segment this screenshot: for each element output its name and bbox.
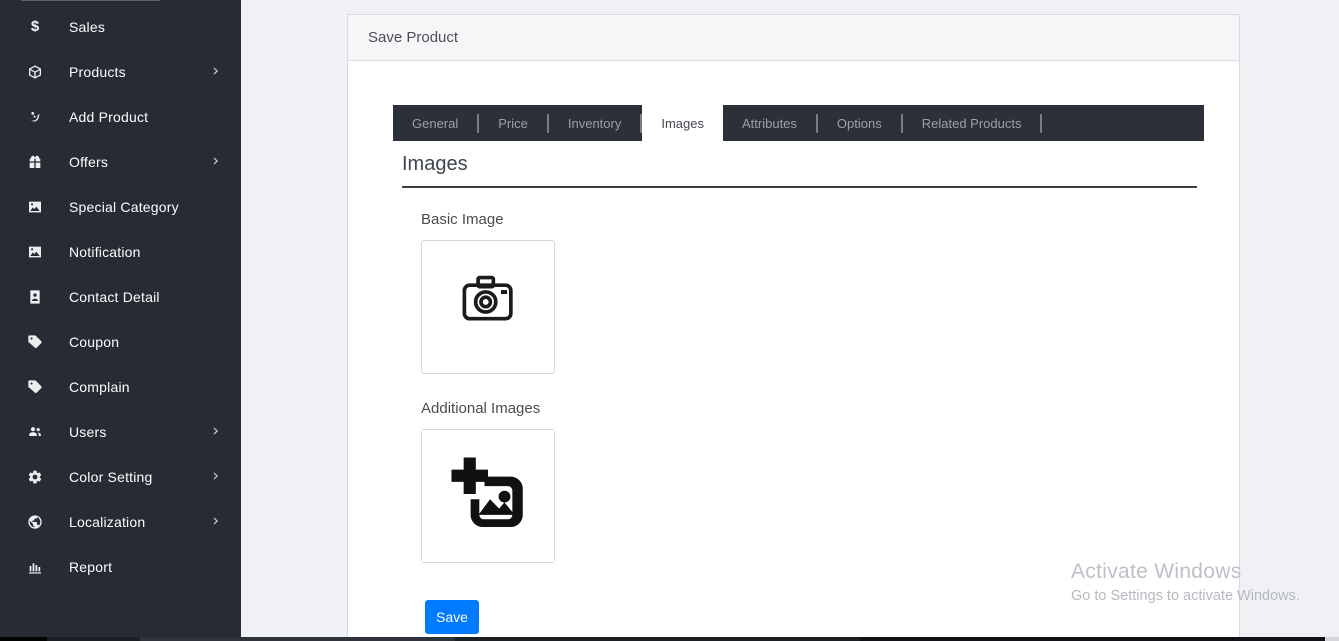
sidebar-item-contact-detail[interactable]: Contact Detail (0, 274, 241, 319)
sidebar-item-label: Special Category (69, 199, 179, 215)
gear-icon (25, 469, 45, 485)
sidebar-item-users[interactable]: Users › (0, 409, 241, 454)
images-section-title: Images (402, 153, 468, 176)
sidebar-item-label: Sales (69, 19, 105, 35)
tag-icon (25, 379, 45, 395)
sidebar-item-notification[interactable]: Notification (0, 229, 241, 274)
chevron-right-icon: › (212, 423, 219, 440)
sidebar-item-products[interactable]: Products › (0, 49, 241, 94)
cube-icon (25, 64, 45, 80)
tab-attributes[interactable]: Attributes (723, 105, 816, 141)
sidebar-menu: $ Sales Products › Add Product (0, 0, 241, 589)
sidebar: $ Sales Products › Add Product (0, 0, 241, 637)
sidebar-top-divider (21, 0, 160, 1)
section-divider (402, 186, 1197, 188)
sidebar-item-coupon[interactable]: Coupon (0, 319, 241, 364)
sidebar-item-add-product[interactable]: Add Product (0, 94, 241, 139)
sidebar-item-report[interactable]: Report (0, 544, 241, 589)
sidebar-item-label: Offers (69, 154, 108, 170)
sidebar-item-sales[interactable]: $ Sales (0, 4, 241, 49)
add-photo-icon (445, 454, 531, 539)
tab-related-products[interactable]: Related Products (903, 105, 1041, 141)
sidebar-item-label: Color Setting (69, 469, 153, 485)
camera-icon (451, 273, 525, 342)
image-icon (25, 199, 45, 215)
users-icon (25, 424, 45, 440)
sidebar-item-label: Complain (69, 379, 130, 395)
sidebar-item-localization[interactable]: Localization › (0, 499, 241, 544)
image-icon (25, 244, 45, 260)
tab-separator (1040, 114, 1042, 133)
address-card-icon (25, 289, 45, 305)
app-root: $ Sales Products › Add Product (0, 0, 1339, 641)
sidebar-item-label: Coupon (69, 334, 119, 350)
sidebar-item-label: Add Product (69, 109, 148, 125)
scrollbar-thumb[interactable] (140, 637, 455, 641)
sidebar-item-offers[interactable]: Offers › (0, 139, 241, 184)
tag-icon (25, 334, 45, 350)
sidebar-item-label: Report (69, 559, 112, 575)
card-header: Save Product (348, 15, 1239, 61)
tab-price[interactable]: Price (479, 105, 547, 141)
tab-general[interactable]: General (393, 105, 477, 141)
chevron-right-icon: › (212, 513, 219, 530)
dollar-icon: $ (25, 18, 45, 35)
tab-images[interactable]: Images (642, 105, 723, 146)
tab-inventory[interactable]: Inventory (549, 105, 640, 141)
sidebar-item-special-category[interactable]: Special Category (0, 184, 241, 229)
globe-icon (25, 514, 45, 530)
sidebar-item-label: Products (69, 64, 126, 80)
chevron-right-icon: › (212, 468, 219, 485)
additional-images-upload[interactable] (421, 429, 555, 563)
gift-icon (25, 154, 45, 170)
sidebar-item-label: Notification (69, 244, 141, 260)
additional-images-label: Additional Images (421, 400, 540, 417)
chevron-right-icon: › (212, 153, 219, 170)
chevron-right-icon: › (212, 63, 219, 80)
sidebar-item-label: Contact Detail (69, 289, 160, 305)
product-tabbar: General Price Inventory Images Attribute… (393, 105, 1204, 141)
basic-image-label: Basic Image (421, 211, 504, 228)
sidebar-item-color-setting[interactable]: Color Setting › (0, 454, 241, 499)
sidebar-item-complain[interactable]: Complain (0, 364, 241, 409)
save-button[interactable]: Save (425, 600, 479, 634)
bar-chart-icon (25, 559, 45, 575)
basic-image-upload[interactable] (421, 240, 555, 374)
add-product-icon (25, 109, 45, 125)
card-title: Save Product (368, 29, 458, 46)
sidebar-item-label: Users (69, 424, 107, 440)
sidebar-item-label: Localization (69, 514, 145, 530)
tab-options[interactable]: Options (818, 105, 901, 141)
bottom-scrollbar[interactable] (0, 637, 1339, 641)
